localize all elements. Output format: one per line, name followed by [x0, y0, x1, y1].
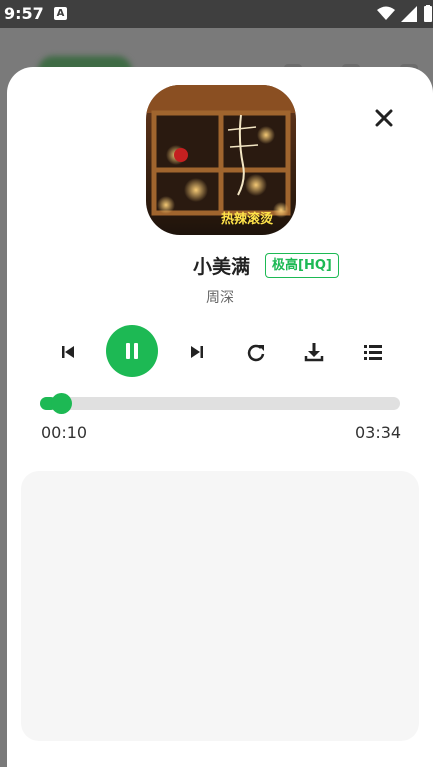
signal-icon — [401, 5, 417, 22]
status-bar: 9:57 A — [0, 0, 433, 28]
download-button[interactable] — [300, 338, 328, 366]
battery-icon — [424, 5, 432, 22]
system-icons — [377, 5, 433, 22]
svg-text:热辣滚烫: 热辣滚烫 — [221, 211, 274, 227]
pause-button[interactable] — [106, 325, 158, 377]
repeat-button[interactable] — [242, 338, 270, 366]
status-time: 9:57 — [4, 4, 44, 23]
pause-icon — [126, 343, 138, 359]
quality-badge[interactable]: 极高[HQ] — [265, 253, 339, 278]
repeat-icon — [247, 344, 265, 362]
progress-bar[interactable] — [40, 393, 400, 414]
total-time: 03:34 — [355, 423, 402, 442]
playlist-button[interactable] — [359, 338, 387, 366]
album-art-image: 热辣滚烫 — [146, 85, 296, 235]
previous-icon — [62, 346, 74, 358]
close-icon[interactable] — [371, 105, 397, 131]
download-icon — [304, 343, 324, 362]
next-icon — [191, 346, 203, 358]
lyrics-panel — [21, 471, 419, 741]
player-sheet: 热辣滚烫 小美满 极高[HQ] 周深 00:10 03:34 — [7, 67, 433, 767]
wifi-icon — [377, 6, 395, 20]
progress-knob[interactable] — [50, 393, 72, 414]
current-time: 00:10 — [41, 423, 88, 442]
next-button[interactable] — [183, 338, 211, 366]
artist-name[interactable]: 周深 — [7, 287, 433, 307]
playlist-icon — [364, 345, 382, 360]
album-cover: 热辣滚烫 — [146, 85, 296, 235]
previous-button[interactable] — [54, 338, 82, 366]
notification-icon: A — [54, 7, 67, 20]
title-row: 小美满 极高[HQ] — [7, 252, 433, 280]
playback-controls — [7, 325, 433, 379]
song-title: 小美满 — [193, 256, 251, 278]
